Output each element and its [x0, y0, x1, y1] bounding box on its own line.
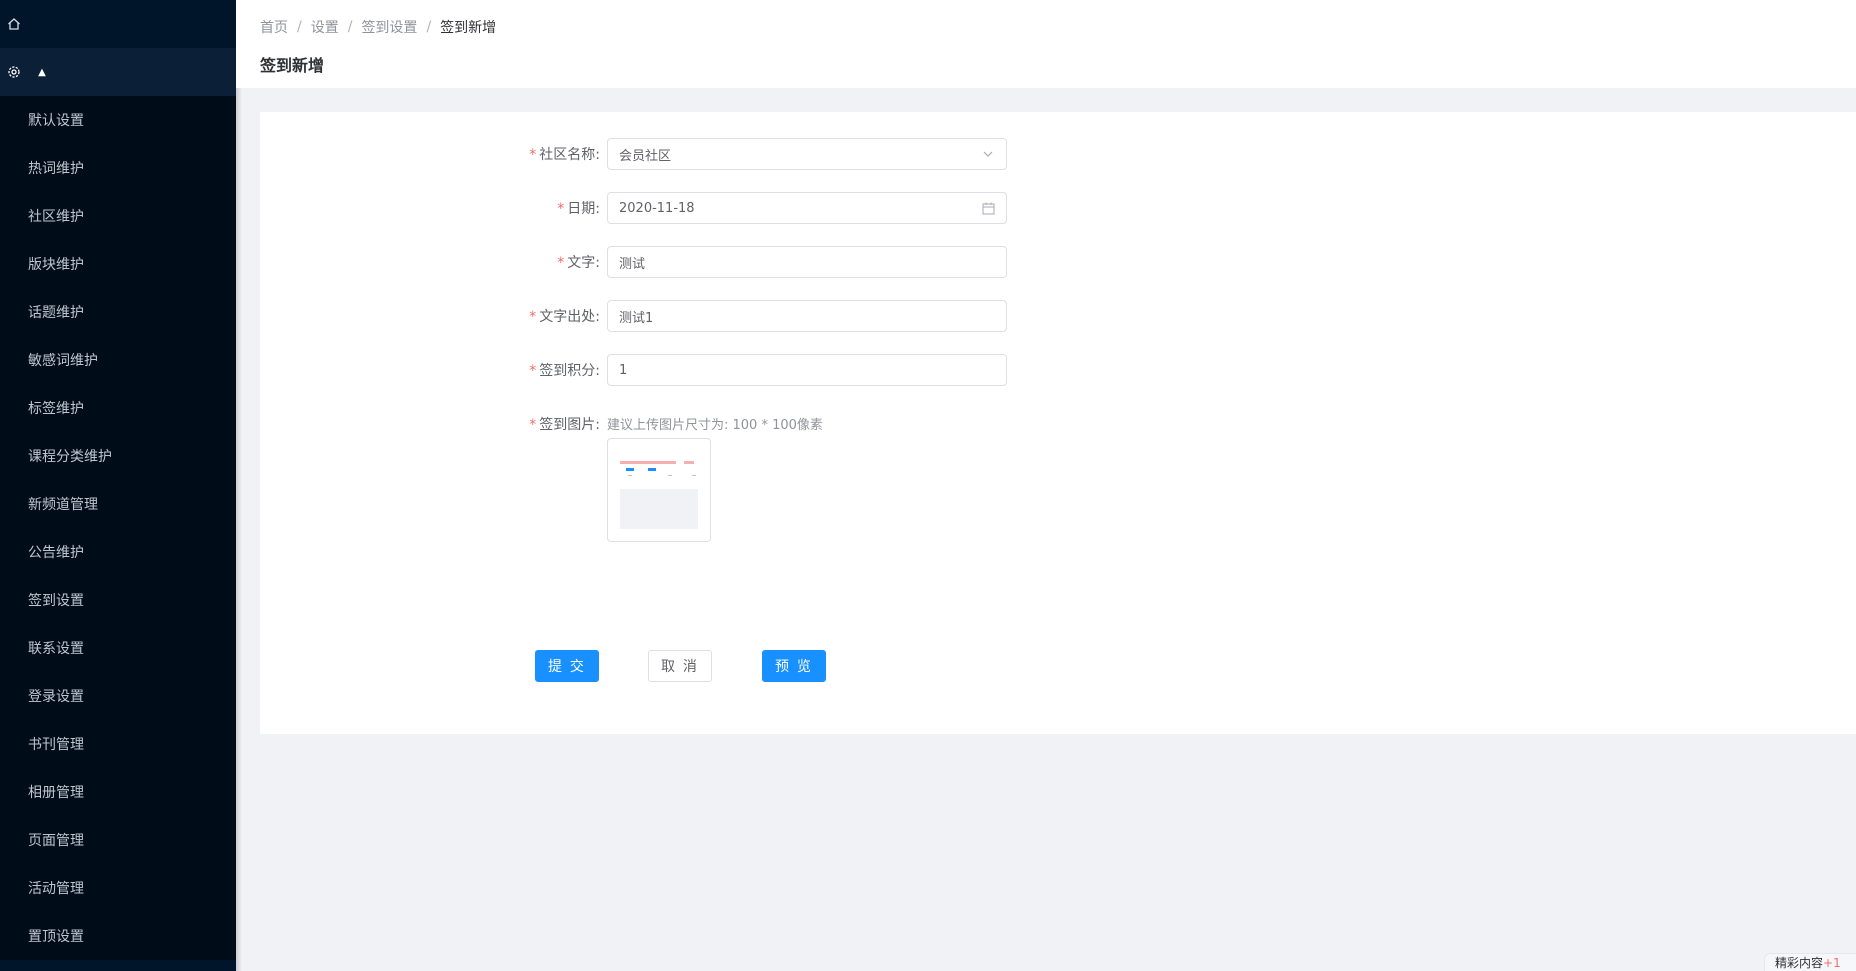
submit-button[interactable]: 提 交	[535, 650, 599, 682]
sidebar-item-pages[interactable]: 页面管理	[0, 816, 236, 864]
breadcrumb-separator: /	[426, 19, 432, 35]
sidebar-item-course-categories[interactable]: 课程分类维护	[0, 432, 236, 480]
page-header: 首页 / 设置 / 签到设置 / 签到新增 签到新增	[236, 0, 1856, 88]
sidebar-item-label: 话题维护	[28, 305, 84, 321]
breadcrumb-checkin-settings[interactable]: 签到设置	[361, 17, 417, 37]
sidebar-item-channels[interactable]: 新频道管理	[0, 480, 236, 528]
community-select-value: 会员社区	[619, 148, 672, 164]
sidebar-item-albums[interactable]: 相册管理	[0, 768, 236, 816]
sidebar-item-label: 活动管理	[28, 881, 84, 897]
image-label: * 签到图片:	[529, 417, 600, 433]
cancel-button[interactable]: 取 消	[648, 650, 712, 682]
required-mark: *	[529, 309, 537, 325]
sidebar-item-login-settings[interactable]: 登录设置	[0, 672, 236, 720]
text-label: * 文字:	[557, 255, 600, 271]
required-mark: *	[529, 417, 537, 433]
sidebar-shadow	[236, 0, 242, 971]
source-input[interactable]: 测试1	[607, 300, 1007, 332]
community-select[interactable]: 会员社区	[607, 138, 1007, 170]
breadcrumb: 首页 / 设置 / 签到设置 / 签到新增	[260, 18, 1832, 36]
preview-button[interactable]: 预 览	[762, 650, 826, 682]
breadcrumb-separator: /	[347, 19, 353, 35]
image-uploader[interactable]	[607, 438, 711, 542]
sidebar-item-label: 设置	[0, 62, 236, 82]
sidebar-item-tags[interactable]: 标签维护	[0, 384, 236, 432]
required-mark: *	[529, 363, 537, 379]
points-input[interactable]: 1	[607, 354, 1007, 386]
sidebar-item-pinned-settings[interactable]: 置顶设置	[0, 912, 236, 960]
points-label: * 签到积分:	[529, 363, 600, 379]
sidebar-item-label: 社区维护	[28, 209, 84, 225]
sidebar-item-label: 登录设置	[28, 689, 84, 705]
sidebar: 首页 设置 ▲ 默认设置 热词维护 社区维护 版块维护 话题维护 敏感词维护 标…	[0, 0, 236, 971]
sidebar-item-sections[interactable]: 版块维护	[0, 240, 236, 288]
featured-content-label: 精彩内容	[1775, 956, 1824, 970]
sidebar-item-contact-settings[interactable]: 联系设置	[0, 624, 236, 672]
sidebar-item-label: 课程分类维护	[28, 449, 112, 465]
calendar-icon	[981, 201, 995, 215]
sidebar-item-default-settings[interactable]: 默认设置	[0, 96, 236, 144]
sidebar-item-label: 相册管理	[28, 785, 84, 801]
sidebar-item-label: 置顶设置	[28, 929, 84, 945]
sidebar-item-home[interactable]: 首页	[0, 0, 236, 48]
sidebar-item-label: 页面管理	[28, 833, 84, 849]
form-card: * 社区名称: 会员社区 * 日期: 2020-11-18 * 文字: 测试 * 文字出	[260, 112, 1856, 734]
sidebar-item-sensitive-words[interactable]: 敏感词维护	[0, 336, 236, 384]
required-mark: *	[557, 255, 565, 271]
sidebar-item-checkin-settings[interactable]: 签到设置	[0, 576, 236, 624]
sidebar-item-label: 默认设置	[28, 113, 84, 129]
sidebar-item-label: 敏感词维护	[28, 353, 98, 369]
sidebar-item-label: 签到设置	[28, 593, 84, 609]
featured-content-tag[interactable]: 精彩内容+1	[1764, 953, 1856, 971]
required-mark: *	[529, 147, 537, 163]
breadcrumb-home[interactable]: 首页	[260, 17, 288, 37]
date-picker[interactable]: 2020-11-18	[607, 192, 1007, 224]
sidebar-item-publications[interactable]: 书刊管理	[0, 720, 236, 768]
source-input-value: 测试1	[619, 310, 654, 326]
sidebar-item-hot-words[interactable]: 热词维护	[0, 144, 236, 192]
sidebar-item-label: 版块维护	[28, 257, 84, 273]
text-input[interactable]: 测试	[607, 246, 1007, 278]
sidebar-item-activities[interactable]: 活动管理	[0, 864, 236, 912]
sidebar-item-label: 联系设置	[28, 641, 84, 657]
points-input-value: 1	[619, 362, 628, 378]
sidebar-item-label: 新频道管理	[28, 497, 98, 513]
required-mark: *	[557, 201, 565, 217]
sidebar-item-label: 公告维护	[28, 545, 84, 561]
sidebar-item-topics[interactable]: 话题维护	[0, 288, 236, 336]
breadcrumb-current: 签到新增	[440, 20, 497, 36]
date-picker-value: 2020-11-18	[619, 200, 695, 216]
image-hint: 建议上传图片尺寸为: 100 * 100像素	[607, 418, 823, 433]
settings-submenu: 默认设置 热词维护 社区维护 版块维护 话题维护 敏感词维护 标签维护 课程分类…	[0, 96, 236, 960]
sidebar-item-community[interactable]: 社区维护	[0, 192, 236, 240]
community-label: * 社区名称:	[529, 147, 600, 163]
breadcrumb-separator: /	[297, 19, 302, 35]
sidebar-item-announcements[interactable]: 公告维护	[0, 528, 236, 576]
page-title: 签到新增	[260, 56, 325, 75]
date-label: * 日期:	[557, 201, 600, 217]
app-root: 首页 设置 ▲ 默认设置 热词维护 社区维护 版块维护 话题维护 敏感词维护 标…	[0, 0, 1856, 971]
sidebar-item-label: 热词维护	[28, 161, 84, 177]
sidebar-item-settings[interactable]: 设置 ▲	[0, 48, 236, 96]
breadcrumb-settings[interactable]: 设置	[311, 17, 339, 37]
featured-content-badge: +1	[1823, 956, 1841, 970]
source-label: * 文字出处:	[529, 309, 600, 325]
sidebar-item-label: 标签维护	[28, 401, 84, 417]
sidebar-item-label: 首页	[0, 14, 236, 34]
sidebar-item-label: 书刊管理	[28, 737, 84, 753]
chevron-down-icon	[981, 147, 995, 161]
text-input-value: 测试	[619, 256, 646, 272]
image-thumbnail	[614, 445, 704, 535]
